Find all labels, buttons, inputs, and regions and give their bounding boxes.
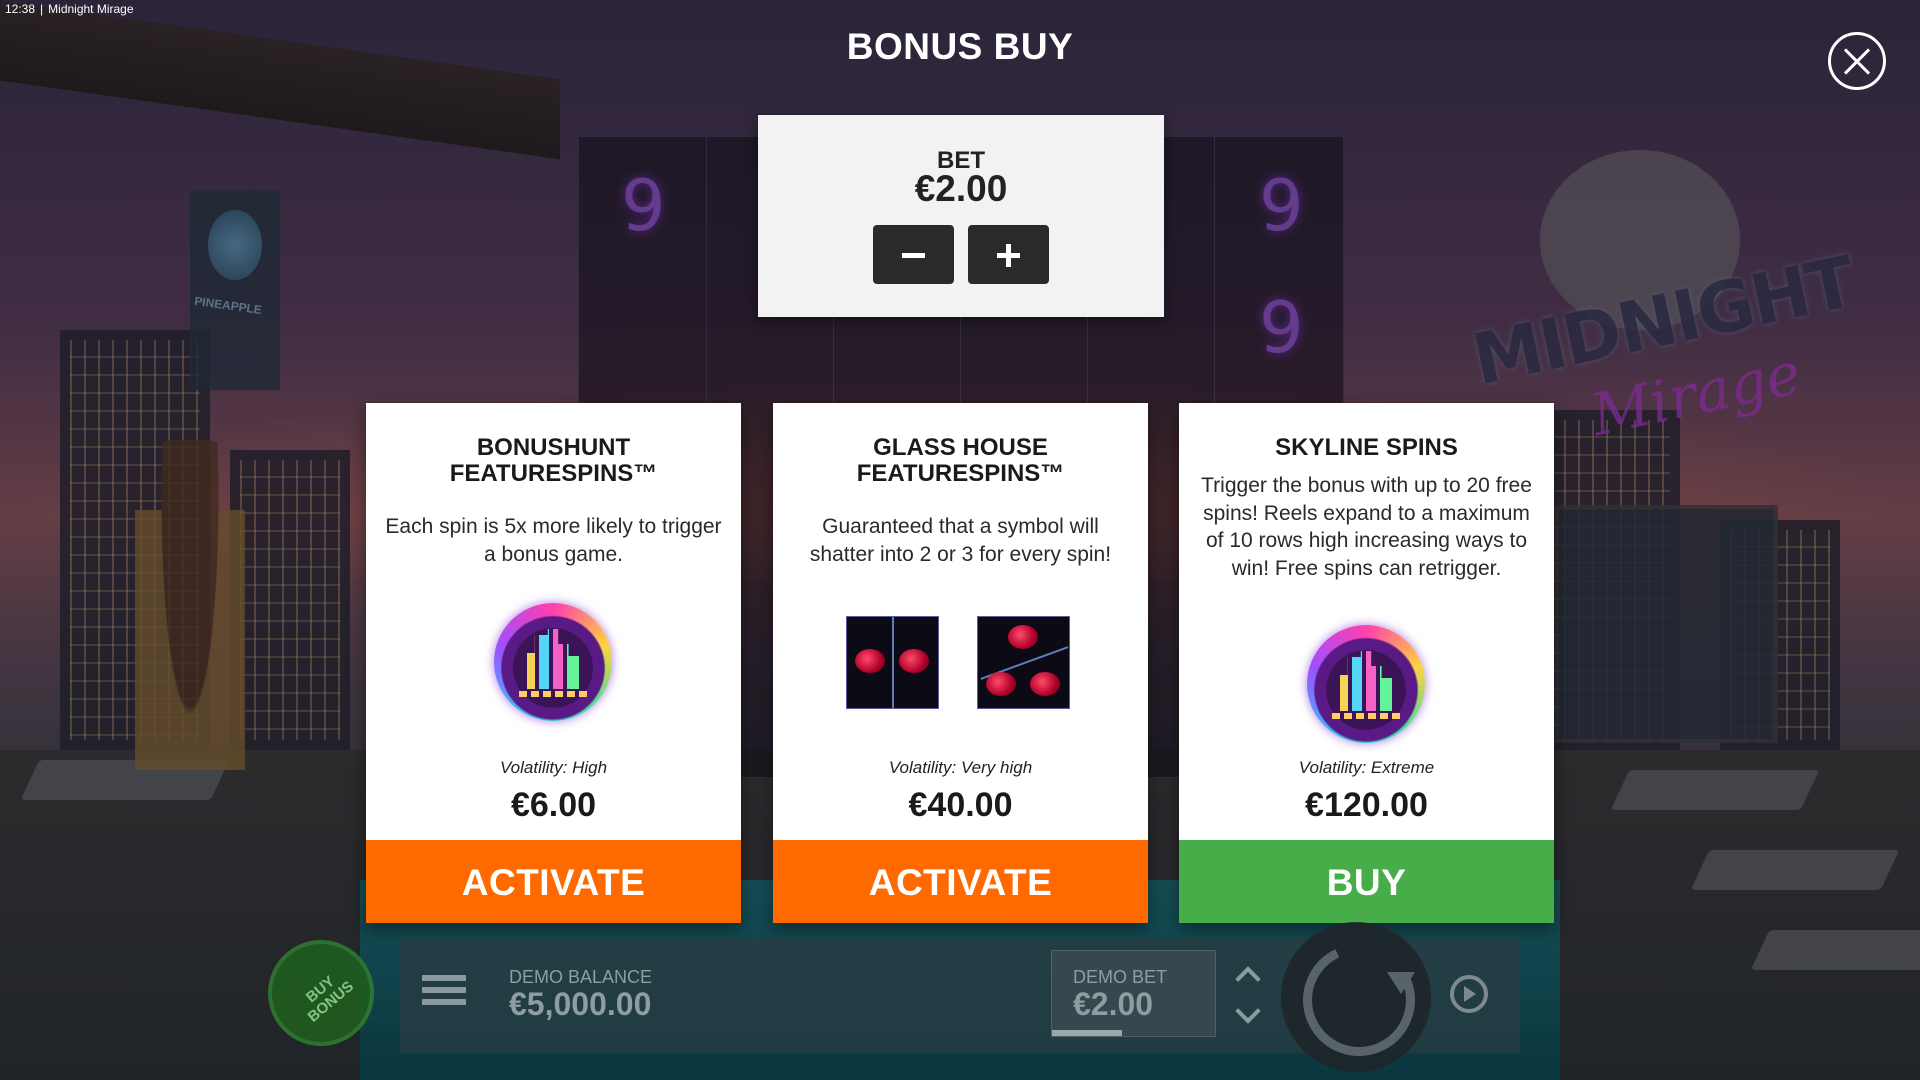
app-title: Midnight Mirage xyxy=(48,2,134,16)
autoplay-icon[interactable] xyxy=(1450,975,1488,1013)
bet-level-indicator xyxy=(1052,1030,1122,1036)
demo-bet-label: DEMO BET xyxy=(1073,967,1168,987)
decrease-bet-button[interactable] xyxy=(873,225,954,284)
status-bar: 12:38 | Midnight Mirage xyxy=(5,2,134,16)
clock: 12:38 xyxy=(5,2,36,16)
page-title: BONUS BUY xyxy=(846,26,1074,67)
minus-icon xyxy=(902,253,925,258)
shattered-rose-tile-icon xyxy=(846,616,939,709)
close-icon[interactable] xyxy=(1828,32,1886,90)
status-separator: | xyxy=(40,2,44,16)
bet-panel: BET €2.00 xyxy=(758,115,1164,317)
bonus-card-skyline-spins: SKYLINE SPINS Trigger the bonus with up … xyxy=(1179,403,1554,923)
buy-bonus-button[interactable]: BUY BONUS xyxy=(268,940,374,1046)
hamburger-menu-icon[interactable] xyxy=(422,975,466,1011)
card-description: Trigger the bonus with up to 20 free spi… xyxy=(1201,474,1532,580)
volatility-label: Volatility: High xyxy=(499,758,608,777)
spin-icon[interactable] xyxy=(1281,922,1431,1072)
buy-bonus-label: BUY BONUS xyxy=(302,972,358,1026)
skyline-emblem-icon xyxy=(494,603,612,721)
bonus-card-glass-house: GLASS HOUSE FEATURESPINS™ Guaranteed tha… xyxy=(773,403,1148,923)
bonus-card-bonushunt: BONUSHUNT FEATURESPINS™ Each spin is 5x … xyxy=(366,403,741,923)
balance-value: €5,000.00 xyxy=(509,986,652,1022)
card-title: GLASS HOUSE FEATURESPINS™ xyxy=(856,434,1065,487)
chevron-down-icon[interactable] xyxy=(1232,1002,1262,1026)
volatility-label: Volatility: Extreme xyxy=(1298,758,1435,777)
card-title: SKYLINE SPINS xyxy=(1275,434,1458,461)
volatility-label: Volatility: Very high xyxy=(888,758,1033,777)
price: €120.00 xyxy=(1305,786,1428,824)
shattered-rose-tile-icon xyxy=(977,616,1070,709)
activate-button[interactable]: ACTIVATE xyxy=(366,840,741,923)
buy-button[interactable]: BUY xyxy=(1179,840,1554,923)
demo-bet-value: €2.00 xyxy=(1073,986,1154,1022)
card-title: BONUSHUNT FEATURESPINS™ xyxy=(449,434,658,487)
skyline-emblem-icon xyxy=(1307,625,1425,743)
balance-label: DEMO BALANCE xyxy=(509,967,653,987)
card-description: Guaranteed that a symbol will shatter in… xyxy=(809,515,1112,566)
bet-value: €2.00 xyxy=(914,168,1008,209)
chevron-up-icon[interactable] xyxy=(1232,962,1262,986)
increase-bet-button[interactable] xyxy=(968,225,1049,284)
price: €40.00 xyxy=(908,786,1013,824)
price: €6.00 xyxy=(510,786,597,824)
card-description: Each spin is 5x more likely to trigger a… xyxy=(385,515,722,566)
activate-button[interactable]: ACTIVATE xyxy=(773,840,1148,923)
